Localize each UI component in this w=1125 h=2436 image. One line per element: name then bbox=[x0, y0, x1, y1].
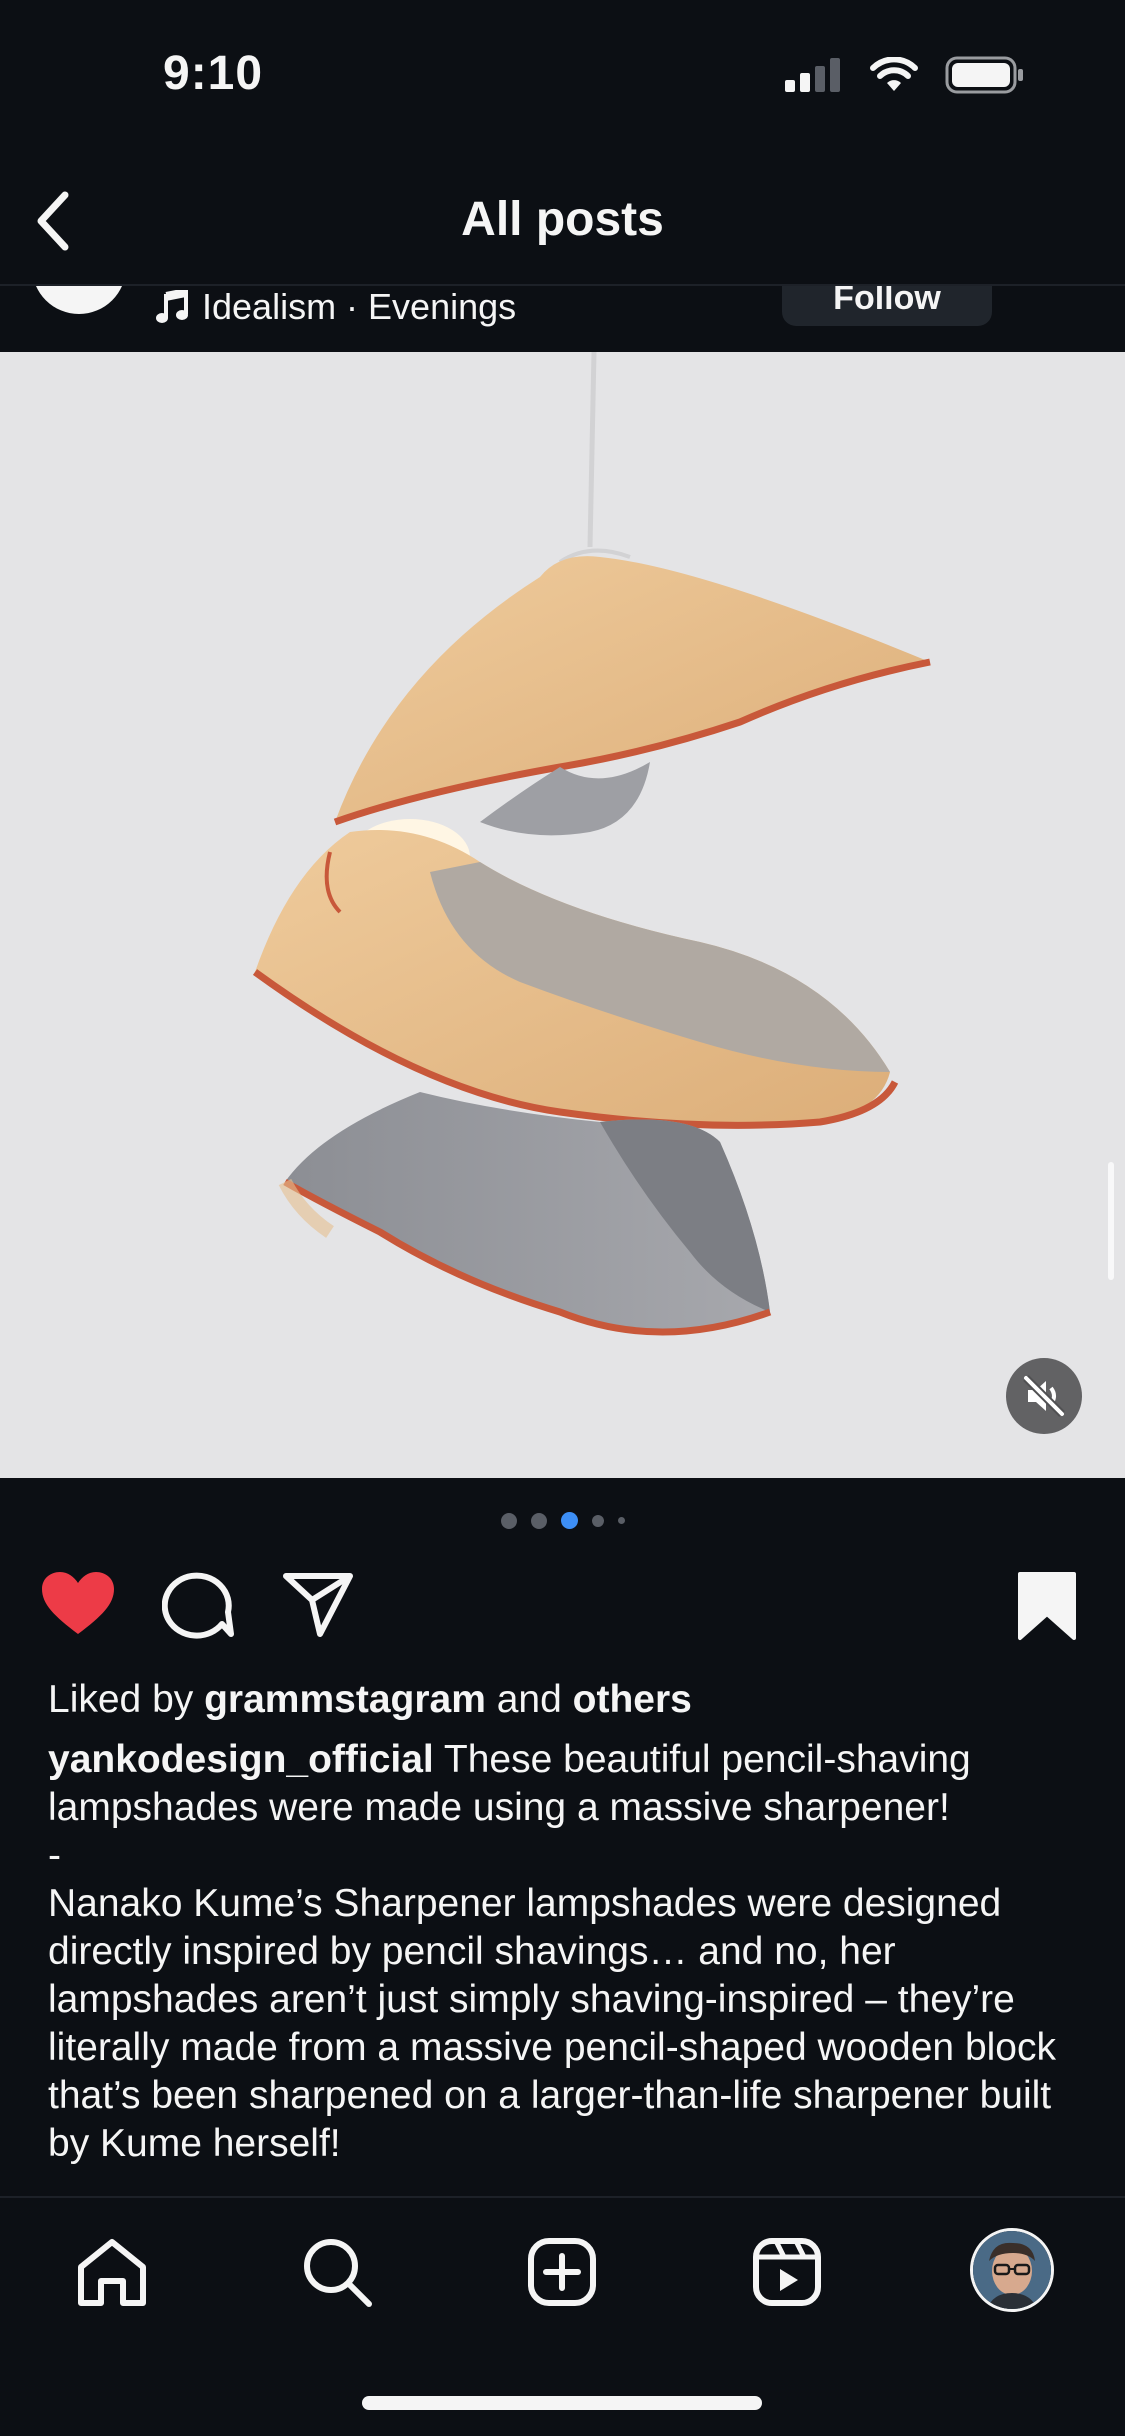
carousel-dot bbox=[500, 1512, 517, 1529]
like-button[interactable] bbox=[40, 1570, 116, 1643]
carousel-indicator bbox=[0, 1512, 1125, 1529]
mute-button[interactable] bbox=[1006, 1358, 1082, 1434]
caption-line: Nanako Kume’s Sharpener lampshades were … bbox=[48, 1882, 1056, 2165]
post-author-row: Idealism · Evenings Follow bbox=[0, 286, 1125, 352]
carousel-dot bbox=[530, 1512, 547, 1529]
caption-line: - bbox=[48, 1834, 61, 1877]
liked-by-others[interactable]: others bbox=[573, 1678, 692, 1721]
comment-button[interactable] bbox=[161, 1570, 234, 1645]
home-icon bbox=[78, 2239, 146, 2306]
search-icon bbox=[304, 2239, 372, 2307]
heart-filled-icon bbox=[42, 1572, 114, 1634]
author-avatar[interactable] bbox=[32, 286, 126, 314]
liked-by-and: and bbox=[496, 1678, 562, 1721]
home-indicator[interactable] bbox=[362, 2396, 762, 2410]
follow-button[interactable]: Follow bbox=[782, 286, 992, 326]
speech-bubble-icon bbox=[161, 1572, 234, 1639]
create-plus-icon bbox=[528, 2238, 596, 2306]
nav-search[interactable] bbox=[295, 2230, 379, 2314]
save-button[interactable] bbox=[1016, 1570, 1078, 1647]
status-icons bbox=[785, 56, 1025, 94]
nav-home[interactable] bbox=[70, 2230, 154, 2314]
page-title: All posts bbox=[461, 193, 664, 246]
caption-author[interactable]: yankodesign_official bbox=[48, 1738, 434, 1781]
wifi-icon bbox=[870, 57, 918, 91]
carousel-dot bbox=[617, 1517, 625, 1524]
status-time: 9:10 bbox=[163, 47, 264, 100]
music-note-icon bbox=[156, 290, 188, 323]
reels-icon bbox=[753, 2238, 821, 2306]
nav-create[interactable] bbox=[520, 2230, 604, 2314]
profile-avatar bbox=[973, 2231, 1051, 2309]
post-media-image[interactable] bbox=[0, 352, 1125, 1478]
cellular-signal-icon bbox=[785, 58, 840, 92]
lampshade-photo bbox=[0, 352, 1125, 1478]
paper-plane-icon bbox=[283, 1573, 353, 1637]
carousel-dot-active bbox=[560, 1512, 578, 1529]
nav-reels[interactable] bbox=[745, 2230, 829, 2314]
liked-by-user[interactable]: grammstagram bbox=[204, 1678, 486, 1721]
bookmark-filled-icon bbox=[1018, 1572, 1076, 1640]
carousel-dot bbox=[591, 1514, 604, 1527]
media-scroll-indicator bbox=[1108, 1162, 1114, 1280]
caption-line: yankodesign_official These beautiful pen… bbox=[48, 1736, 1088, 1832]
speaker-muted-icon bbox=[1023, 1375, 1065, 1417]
liked-by-prefix: Liked by bbox=[48, 1678, 194, 1721]
likes-summary: Liked by grammstagram and others bbox=[48, 1676, 1088, 1724]
post-caption[interactable]: yankodesign_official These beautiful pen… bbox=[48, 1736, 1088, 2196]
share-button[interactable] bbox=[282, 1570, 354, 1645]
battery-icon bbox=[945, 56, 1023, 94]
post-audio[interactable]: Idealism · Evenings bbox=[156, 286, 516, 328]
nav-profile-avatar[interactable] bbox=[970, 2228, 1054, 2312]
audio-label: Idealism · Evenings bbox=[202, 286, 517, 327]
